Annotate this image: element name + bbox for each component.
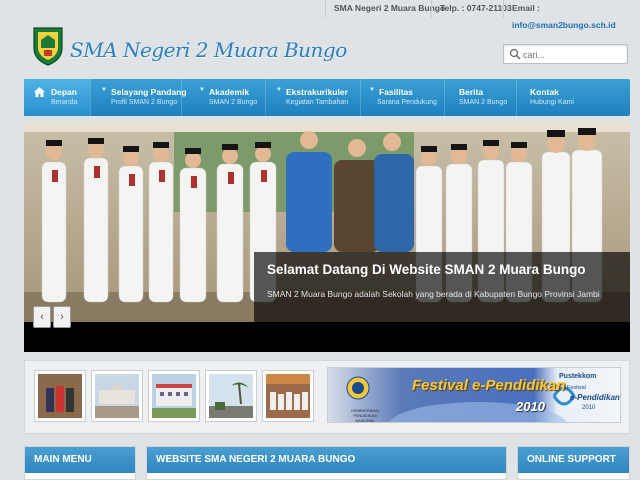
nav-item-akademik[interactable]: ▼ Akademik SMAN 2 Bungo <box>181 79 265 116</box>
banner-ministry: KEMENTERIAN PENDIDIKAN NASIONAL <box>351 409 379 423</box>
chevron-down-icon: ▼ <box>276 87 282 93</box>
nav-sublabel: Kegiatan Tambahan <box>286 99 349 106</box>
banner-year: 2010 <box>516 399 545 414</box>
gallery-thumb[interactable] <box>34 370 86 422</box>
nav-item-kontak[interactable]: Kontak Hubungi Kami <box>516 79 630 116</box>
online-support-box: ONLINE SUPPORT <box>517 446 630 480</box>
nav-label: Fasilitas <box>379 87 414 97</box>
chevron-down-icon: ▼ <box>199 87 205 93</box>
website-heading: WEBSITE SMA NEGERI 2 MUARA BUNGO <box>147 447 506 473</box>
chevron-down-icon: ▼ <box>101 87 107 93</box>
nav-sublabel: Sarana Pendukung <box>377 99 437 106</box>
nav-label: Depan <box>51 87 77 97</box>
slide-text: SMAN 2 Muara Bungo adalah Sekolah yang b… <box>267 289 600 299</box>
slide-caption: Selamat Datang Di Website SMAN 2 Muara B… <box>254 252 630 322</box>
nav-label: Akademik <box>209 87 250 97</box>
nav-item-ekstrakurikuler[interactable]: ▼ Ekstrakurikuler Kegiatan Tambahan <box>265 79 360 116</box>
search-icon <box>509 48 521 60</box>
nav-label: Kontak <box>530 87 559 97</box>
nav-sublabel: Profil SMAN 2 Bungo <box>111 99 178 106</box>
banner-title: Festival e-Pendidikan <box>412 377 566 394</box>
nav-item-fasilitas[interactable]: ▼ Fasilitas Sarana Pendukung <box>360 79 444 116</box>
gallery-thumb[interactable] <box>205 370 257 422</box>
nav-sublabel: Hubungi Kami <box>530 99 574 106</box>
banner-brand-main: e-Pendidikan <box>570 393 620 402</box>
nav-label: Selayang Pandang <box>111 87 187 97</box>
festival-banner[interactable]: Festival e-Pendidikan 2010 KEMENTERIAN P… <box>327 367 621 423</box>
main-nav: Depan Beranda ▼ Selayang Pandang Profil … <box>24 79 630 116</box>
slider-prev-button[interactable]: ‹ <box>33 306 51 328</box>
online-support-heading: ONLINE SUPPORT <box>518 447 629 473</box>
nav-sublabel: SMAN 2 Bungo <box>209 99 258 106</box>
main-menu-box: MAIN MENU <box>24 446 136 480</box>
gallery-thumb[interactable] <box>148 370 200 422</box>
nav-label: Berita <box>459 87 484 97</box>
email-text: Email : info@sman2bungo.sch.id <box>503 0 640 30</box>
slider-next-button[interactable]: › <box>53 306 71 328</box>
search-box[interactable] <box>503 44 628 64</box>
gallery-thumb[interactable] <box>262 370 314 422</box>
banner-brand-sub: Festival <box>567 385 586 391</box>
school-logo[interactable] <box>32 26 64 66</box>
gallery-thumb[interactable] <box>91 370 143 422</box>
top-info-bar: SMA Negeri 2 Muara Bungo Telp. : 0747-21… <box>0 0 640 30</box>
phone-text: Telp. : 0747-21103 <box>431 0 512 18</box>
search-input[interactable] <box>523 47 623 62</box>
main-menu-heading: MAIN MENU <box>25 447 135 473</box>
banner-brand: Pustekkom <box>559 373 597 380</box>
nav-item-berita[interactable]: Berita SMAN 2 Bungo <box>444 79 516 116</box>
nav-label: Ekstrakurikuler <box>286 87 348 97</box>
banner-brand-year: 2010 <box>582 405 596 411</box>
slide-title: Selamat Datang Di Website SMAN 2 Muara B… <box>267 262 586 277</box>
chevron-down-icon: ▼ <box>369 87 375 93</box>
image-slider[interactable]: Selamat Datang Di Website SMAN 2 Muara B… <box>24 122 630 352</box>
gallery-band: Festival e-Pendidikan 2010 KEMENTERIAN P… <box>24 360 630 434</box>
nav-item-depan[interactable]: Depan Beranda <box>24 79 90 116</box>
nav-sublabel: Beranda <box>51 99 78 106</box>
home-icon <box>34 87 45 97</box>
school-name-text: SMA Negeri 2 Muara Bungo <box>325 0 445 18</box>
site-title[interactable]: SMA Negeri 2 Muara Bungo <box>70 38 347 62</box>
email-link[interactable]: info@sman2bungo.sch.id <box>512 20 616 30</box>
nav-sublabel: SMAN 2 Bungo <box>459 99 508 106</box>
nav-item-selayang-pandang[interactable]: ▼ Selayang Pandang Profil SMAN 2 Bungo <box>90 79 187 116</box>
website-box: WEBSITE SMA NEGERI 2 MUARA BUNGO <box>146 446 507 480</box>
